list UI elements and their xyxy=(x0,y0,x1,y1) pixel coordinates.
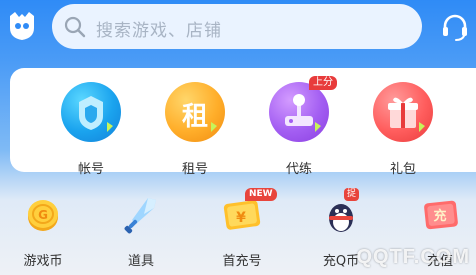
rent-glyph: 租 xyxy=(181,102,208,132)
hot-badge: 上分 xyxy=(309,76,337,90)
sub-items-props[interactable]: 道具 xyxy=(106,192,176,272)
new-badge: NEW xyxy=(245,188,277,201)
search-placeholder: 搜索游戏、店铺 xyxy=(96,21,222,41)
svg-text:¥: ¥ xyxy=(236,210,246,226)
service-rent[interactable]: 租 租号 xyxy=(160,82,230,177)
watermark: QQTF.COM xyxy=(356,246,470,268)
top-bar: 搜索游戏、店铺 xyxy=(0,0,476,58)
sub-label: 首充号 xyxy=(222,254,262,269)
qq-penguin-icon: 捉 xyxy=(318,188,364,238)
app-logo-icon[interactable] xyxy=(6,10,38,42)
main-services-card: 帐号 租 租号 上分 代练 礼包 xyxy=(10,68,476,177)
service-boost[interactable]: 上分 代练 xyxy=(264,76,337,177)
search-icon xyxy=(64,16,86,38)
sub-game-coins[interactable]: G 游戏币 xyxy=(8,192,78,272)
recharge-glyph: 充 xyxy=(433,209,447,224)
sub-label: 游戏币 xyxy=(23,254,63,269)
account-icon xyxy=(61,82,121,142)
svg-text:G: G xyxy=(38,208,48,222)
coin-icon: G xyxy=(20,192,66,238)
service-label: 租号 xyxy=(181,162,208,177)
service-label: 代练 xyxy=(285,162,312,177)
rent-icon: 租 xyxy=(165,82,225,142)
sub-first-charge[interactable]: ¥ NEW 首充号 xyxy=(207,188,277,272)
gift-icon xyxy=(373,82,433,142)
service-label: 帐号 xyxy=(77,162,104,177)
service-account[interactable]: 帐号 xyxy=(56,82,126,177)
recharge-icon: 充 xyxy=(417,192,463,238)
catch-badge: 捉 xyxy=(344,188,360,201)
sub-label: 道具 xyxy=(127,254,154,269)
search-bar[interactable]: 搜索游戏、店铺 xyxy=(52,4,422,49)
service-label: 礼包 xyxy=(389,162,416,177)
service-gift[interactable]: 礼包 xyxy=(368,82,438,177)
first-charge-icon: ¥ NEW xyxy=(219,188,277,238)
boost-joystick-icon: 上分 xyxy=(269,76,337,142)
sword-icon xyxy=(118,192,164,238)
customer-service-headset-icon[interactable] xyxy=(440,12,470,42)
